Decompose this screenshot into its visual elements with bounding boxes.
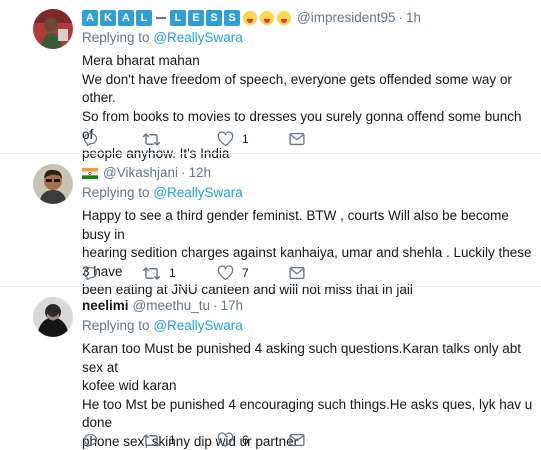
replying-to: Replying to @ReallySwara bbox=[82, 185, 243, 200]
author-handle[interactable]: @Vikashjani bbox=[103, 164, 178, 182]
tweet-header: @Vikashjani · 12h bbox=[82, 164, 533, 182]
timestamp[interactable]: 17h bbox=[221, 297, 244, 315]
reply-button[interactable] bbox=[82, 432, 142, 448]
author-handle[interactable]: @meethu_tu bbox=[133, 297, 211, 315]
retweet-icon bbox=[142, 433, 161, 447]
mention-link[interactable]: @ReallySwara bbox=[153, 30, 242, 45]
emoji-icon bbox=[260, 11, 274, 25]
avatar[interactable] bbox=[33, 164, 73, 204]
dm-icon bbox=[289, 132, 305, 146]
replying-to: Replying to @ReallySwara bbox=[82, 30, 243, 45]
author-handle[interactable]: @impresident95 bbox=[297, 9, 396, 27]
retweet-button[interactable]: 1 bbox=[142, 266, 217, 281]
timestamp[interactable]: 1h bbox=[406, 9, 421, 27]
separator-dot: · bbox=[398, 10, 404, 25]
like-button[interactable]: 1 bbox=[217, 131, 289, 147]
reply-button[interactable] bbox=[82, 265, 142, 281]
retweet-icon bbox=[142, 132, 161, 146]
retweet-button[interactable]: 1 bbox=[142, 433, 217, 448]
like-button[interactable]: 7 bbox=[217, 265, 289, 281]
dm-icon bbox=[289, 433, 305, 447]
emoji-icon bbox=[277, 11, 291, 25]
reply-icon bbox=[83, 434, 98, 448]
author-name[interactable]: neelimi bbox=[82, 297, 129, 315]
separator-dot: · bbox=[213, 298, 218, 313]
name-dash bbox=[156, 17, 166, 19]
dm-button[interactable] bbox=[289, 433, 305, 447]
mention-link[interactable]: @ReallySwara bbox=[153, 318, 242, 333]
like-button[interactable]: 6 bbox=[217, 432, 289, 448]
like-icon bbox=[217, 432, 234, 448]
avatar[interactable] bbox=[33, 297, 73, 337]
retweet-icon bbox=[142, 266, 161, 280]
emoji-icon bbox=[243, 11, 257, 25]
mention-link[interactable]: @ReallySwara bbox=[153, 185, 242, 200]
like-icon bbox=[217, 265, 234, 281]
dm-button[interactable] bbox=[289, 132, 305, 146]
dm-icon bbox=[289, 266, 305, 280]
separator-dot: · bbox=[181, 165, 186, 180]
reply-icon bbox=[83, 267, 98, 281]
tweet-header: neelimi @meethu_tu · 17h bbox=[82, 297, 533, 315]
timestamp[interactable]: 12h bbox=[189, 164, 212, 182]
tweet[interactable]: A K A L L E S S @impresident95 · 1h Repl… bbox=[0, 0, 541, 161]
reply-icon bbox=[83, 133, 98, 147]
tweet-actions: 1 7 bbox=[82, 264, 305, 282]
tweet-actions: 1 6 bbox=[82, 431, 305, 449]
reply-button[interactable] bbox=[82, 131, 142, 147]
india-flag-icon bbox=[82, 167, 98, 179]
replying-to: Replying to @ReallySwara bbox=[82, 318, 243, 333]
like-icon bbox=[217, 131, 234, 147]
tweet[interactable]: @Vikashjani · 12h Replying to @ReallySwa… bbox=[0, 153, 541, 297]
avatar[interactable] bbox=[33, 9, 73, 49]
tweet-header: A K A L L E S S @impresident95 · 1h bbox=[82, 9, 533, 27]
tweet[interactable]: neelimi @meethu_tu · 17h Replying to @Re… bbox=[0, 286, 541, 450]
dm-button[interactable] bbox=[289, 266, 305, 280]
tweet-actions: 1 bbox=[82, 130, 305, 148]
retweet-button[interactable] bbox=[142, 132, 217, 147]
author-name[interactable]: A K A L L E S S bbox=[82, 10, 291, 26]
